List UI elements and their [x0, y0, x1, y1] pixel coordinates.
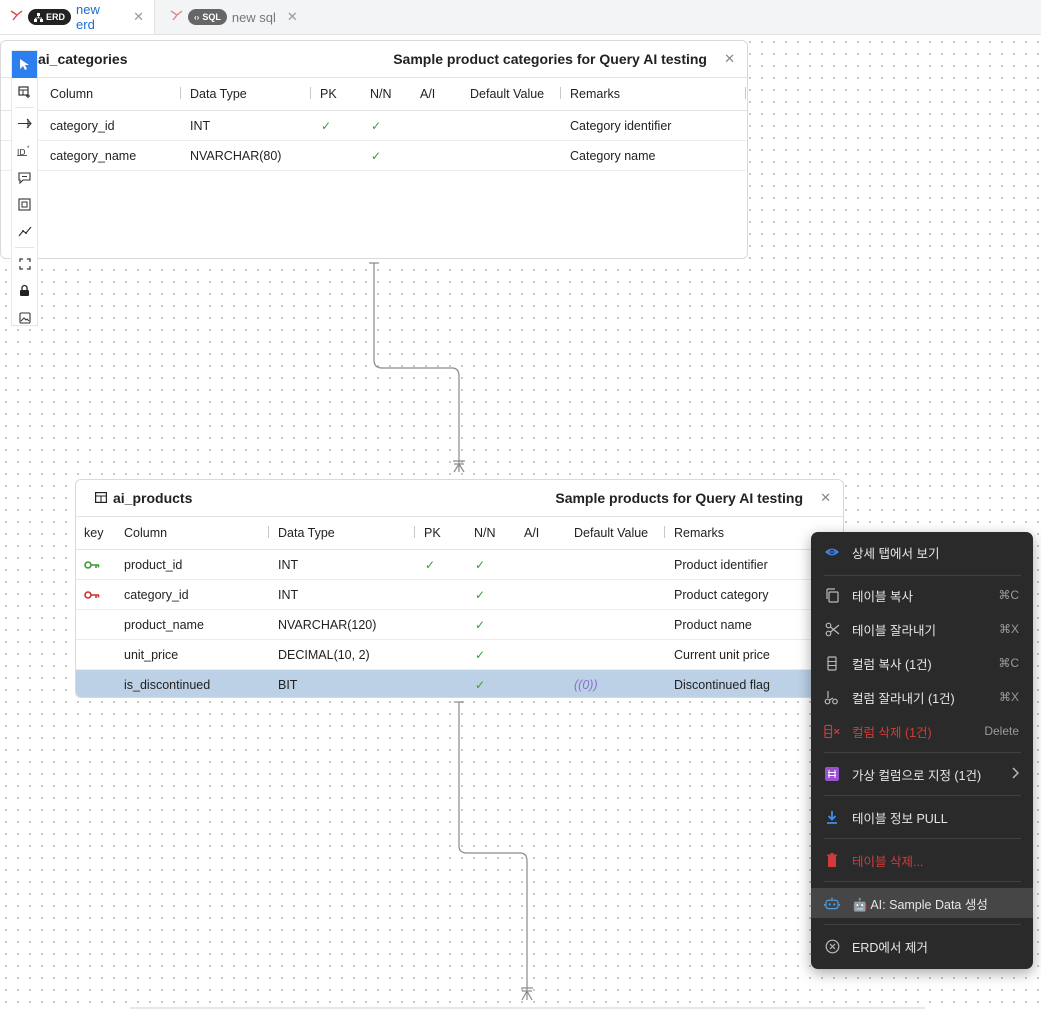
context-menu: 상세 탭에서 보기 테이블 복사 ⌘C 테이블 잘라내기 ⌘X 컬럼 복사 (1… [811, 532, 1033, 969]
table-name: ai_categories [38, 51, 128, 67]
col-header-pk: PK [320, 87, 337, 101]
close-icon[interactable]: ✕ [287, 9, 298, 25]
check-icon: ✓ [371, 148, 382, 163]
relation-line-products-next [458, 702, 528, 1000]
frame-icon[interactable] [12, 191, 37, 218]
menu-item-copy-column[interactable]: 컬럼 복사 (1건) ⌘C [811, 648, 1033, 678]
add-table-icon[interactable] [12, 78, 37, 105]
col-header-column: Column [124, 526, 168, 540]
col-header-datatype: Data Type [278, 526, 335, 540]
menu-item-virtual-column[interactable]: 가상 컬럼으로 지정 (1건) [811, 759, 1033, 789]
robot-icon [824, 895, 840, 911]
image-export-icon[interactable] [12, 304, 37, 331]
col-header-ai: A/I [524, 526, 540, 540]
tab-new-erd[interactable]: ERD new erd ✕ [0, 0, 155, 34]
lock-icon[interactable] [12, 277, 37, 304]
check-icon: ✓ [475, 647, 486, 662]
app-logo-icon [10, 9, 23, 25]
column-header-row: key Column Data Type PK N/N A/I Default … [76, 517, 843, 550]
copy-icon [824, 587, 840, 603]
table-name: ai_products [95, 490, 192, 506]
col-header-nn: N/N [474, 526, 496, 540]
table-description: Sample products for Query AI testing [555, 490, 803, 506]
check-icon: ✓ [475, 617, 486, 632]
col-header-pk: PK [424, 526, 441, 540]
erd-badge: ERD [28, 9, 72, 25]
auto-layout-icon[interactable] [12, 218, 37, 245]
col-header-default: Default Value [574, 526, 649, 540]
chevron-right-icon [1011, 766, 1020, 782]
remove-circle-icon [824, 938, 840, 954]
primary-key-icon [84, 550, 100, 579]
scissors-icon [824, 621, 840, 637]
col-header-datatype: Data Type [190, 87, 247, 101]
tab-bar: ERD new erd ✕ ‹› SQL new sql ✕ [0, 0, 1041, 35]
col-header-remarks: Remarks [570, 87, 621, 101]
fit-screen-icon[interactable] [12, 250, 37, 277]
table-row[interactable]: product_id INT ✓ ✓ Product identifier [76, 550, 843, 580]
table-row[interactable]: unit_price DECIMAL(10, 2) ✓ Current unit… [76, 640, 843, 670]
col-header-column: Column [50, 87, 94, 101]
virtual-column-icon [824, 766, 840, 782]
comment-icon[interactable] [12, 164, 37, 191]
table-row[interactable]: product_name NVARCHAR(120) ✓ Product nam… [76, 610, 843, 640]
table-header: ai_products Sample products for Query AI… [76, 480, 843, 517]
default-value: ((0)) [574, 677, 598, 692]
check-icon: ✓ [475, 557, 486, 572]
menu-item-remove-from-erd[interactable]: ERD에서 제거 [811, 931, 1033, 961]
download-icon [824, 809, 840, 825]
col-header-key: key [84, 526, 104, 540]
table-icon [95, 490, 108, 506]
close-icon[interactable]: ✕ [724, 51, 735, 67]
eye-icon [824, 544, 840, 560]
pointer-icon[interactable] [12, 51, 37, 78]
col-header-default: Default Value [470, 87, 545, 101]
close-icon[interactable]: ✕ [133, 9, 144, 25]
app-logo-icon [170, 9, 183, 25]
menu-item-view-detail[interactable]: 상세 탭에서 보기 [811, 537, 1033, 567]
relation-line-categories-products [373, 263, 460, 472]
close-icon[interactable]: ✕ [820, 490, 831, 506]
col-header-remarks: Remarks [674, 526, 725, 540]
svg-text:ID: ID [17, 148, 26, 156]
check-icon: ✓ [475, 587, 486, 602]
menu-item-delete-table[interactable]: 테이블 삭제... [811, 845, 1033, 875]
relation-icon[interactable] [12, 110, 37, 137]
menu-item-delete-column[interactable]: 컬럼 삭제 (1건) Delete [811, 716, 1033, 746]
table-row[interactable]: category_id INT ✓ ✓ Category identifier [1, 111, 747, 141]
menu-item-pull-table-info[interactable]: 테이블 정보 PULL [811, 802, 1033, 832]
column-delete-icon [824, 723, 840, 739]
table-row[interactable]: category_name NVARCHAR(80) ✓ Category na… [1, 141, 747, 171]
column-cut-icon [824, 689, 840, 705]
sql-badge: ‹› SQL [188, 9, 227, 25]
foreign-key-icon [84, 580, 100, 609]
menu-item-cut-column[interactable]: 컬럼 잘라내기 (1건) ⌘X [811, 682, 1033, 712]
erd-toolbar: ID * [11, 50, 38, 326]
tab-label: new sql [231, 9, 276, 25]
id-icon[interactable]: ID * [12, 137, 37, 164]
column-copy-icon [824, 655, 840, 671]
col-header-nn: N/N [370, 87, 392, 101]
table-ai-categories[interactable]: ai_categories Sample product categories … [0, 40, 748, 259]
trash-icon [824, 852, 840, 868]
table-header: ai_categories Sample product categories … [1, 41, 747, 78]
svg-text:*: * [27, 146, 30, 152]
column-header-row: Column Data Type PK N/N A/I Default Valu… [1, 78, 747, 111]
col-header-ai: A/I [420, 87, 436, 101]
table-ai-products[interactable]: ai_products Sample products for Query AI… [75, 479, 844, 698]
tab-label: new erd [76, 2, 100, 32]
check-icon: ✓ [425, 557, 436, 572]
menu-item-ai-sample-data[interactable]: 🤖 AI: Sample Data 생성 [811, 888, 1033, 918]
check-icon: ✓ [321, 118, 332, 133]
table-row[interactable]: category_id INT ✓ Product category [76, 580, 843, 610]
check-icon: ✓ [475, 677, 486, 692]
table-description: Sample product categories for Query AI t… [393, 51, 707, 67]
menu-item-copy-table[interactable]: 테이블 복사 ⌘C [811, 580, 1033, 610]
tab-new-sql[interactable]: ‹› SQL new sql ✕ [160, 0, 310, 34]
menu-item-cut-table[interactable]: 테이블 잘라내기 ⌘X [811, 614, 1033, 644]
table-row-selected[interactable]: is_discontinued BIT ✓ ((0)) Discontinued… [76, 670, 843, 697]
check-icon: ✓ [371, 118, 382, 133]
